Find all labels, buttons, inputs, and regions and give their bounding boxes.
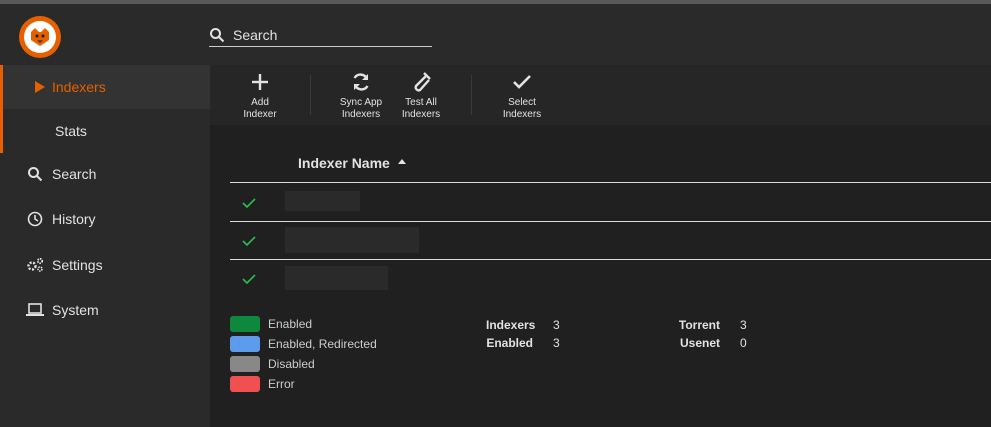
check-icon: [511, 71, 533, 93]
test-tube-icon: [410, 71, 432, 93]
laptop-icon: [26, 301, 44, 319]
stat-usenet-label: Usenet: [679, 336, 720, 350]
clock-icon: [26, 210, 44, 228]
stat-usenet-value: 0: [740, 336, 747, 350]
legend-swatch-enabled: [230, 316, 260, 332]
play-icon: [31, 78, 49, 96]
legend-item: Error: [230, 376, 430, 392]
gears-icon: [26, 256, 44, 274]
indexer-name[interactable]: [285, 227, 419, 253]
legend-item: Disabled: [230, 356, 430, 372]
sidebar-item-label: History: [52, 211, 96, 227]
table-row[interactable]: [230, 260, 991, 298]
indexer-name[interactable]: [285, 266, 388, 290]
sidebar-item-system[interactable]: System: [0, 288, 210, 332]
enabled-check-icon: [242, 236, 256, 247]
enabled-check-icon: [242, 274, 256, 285]
sidebar-item-label: System: [52, 302, 99, 318]
column-header-indexer-name[interactable]: Indexer Name: [298, 155, 390, 171]
legend-label: Enabled: [268, 317, 313, 331]
table-row[interactable]: [230, 184, 991, 222]
select-indexers-button[interactable]: Select Indexers: [500, 71, 544, 123]
legend-item: Enabled: [230, 316, 430, 332]
stat-indexers-label: Indexers: [486, 318, 536, 332]
legend-label: Error: [268, 377, 295, 391]
sidebar-item-indexers[interactable]: Indexers: [0, 65, 210, 109]
toolbar-separator: [310, 75, 311, 115]
legend-swatch-error: [230, 376, 260, 392]
main-content: Add Indexer Sync App Indexers Test All I…: [210, 65, 991, 427]
sidebar-item-settings[interactable]: Settings: [0, 243, 210, 287]
add-indexer-button[interactable]: Add Indexer: [240, 71, 280, 123]
search-icon: [210, 28, 225, 43]
stat-torrent-value: 3: [740, 318, 747, 332]
sidebar-item-stats[interactable]: Stats: [0, 109, 210, 153]
test-all-indexers-label: Test All Indexers: [401, 97, 441, 120]
sync-icon: [350, 71, 372, 93]
sync-app-indexers-button[interactable]: Sync App Indexers: [334, 71, 388, 123]
prowlarr-logo-icon: [31, 28, 49, 46]
table-header: Indexer Name: [230, 143, 991, 183]
test-all-indexers-button[interactable]: Test All Indexers: [397, 71, 445, 123]
sidebar-item-label: Indexers: [52, 79, 106, 95]
table-row[interactable]: [230, 222, 991, 260]
add-indexer-label: Add Indexer: [243, 97, 277, 120]
legend-item: Enabled, Redirected: [230, 336, 430, 352]
legend-label: Disabled: [268, 357, 315, 371]
header-search[interactable]: [209, 24, 432, 47]
toolbar-separator: [471, 75, 472, 115]
legend-label: Enabled, Redirected: [268, 337, 377, 351]
select-indexers-label: Select Indexers: [502, 97, 542, 120]
toolbar: Add Indexer Sync App Indexers Test All I…: [210, 65, 991, 125]
enabled-check-icon: [242, 198, 256, 209]
legend-swatch-redirected: [230, 336, 260, 352]
stat-torrent-label: Torrent: [678, 318, 720, 332]
sort-ascending-icon[interactable]: [397, 157, 407, 167]
plus-icon: [249, 71, 271, 93]
stat-enabled-label: Enabled: [486, 336, 533, 350]
logo-inner: [24, 21, 56, 53]
sidebar-item-label: Search: [52, 166, 97, 182]
sidebar-item-history[interactable]: History: [0, 197, 210, 241]
legend-swatch-disabled: [230, 356, 260, 372]
app-logo[interactable]: [19, 16, 61, 58]
sidebar: Indexers Stats Search History Settings S…: [0, 65, 210, 427]
sidebar-item-label: Stats: [55, 123, 87, 139]
search-input[interactable]: [233, 24, 431, 46]
search-icon: [26, 165, 44, 183]
stat-enabled-value: 3: [553, 336, 560, 350]
sidebar-item-label: Settings: [52, 257, 103, 273]
header: [0, 4, 991, 65]
indexer-name[interactable]: [285, 191, 360, 211]
sidebar-item-search[interactable]: Search: [0, 152, 210, 196]
stat-indexers-value: 3: [553, 318, 560, 332]
sync-app-indexers-label: Sync App Indexers: [339, 97, 383, 120]
